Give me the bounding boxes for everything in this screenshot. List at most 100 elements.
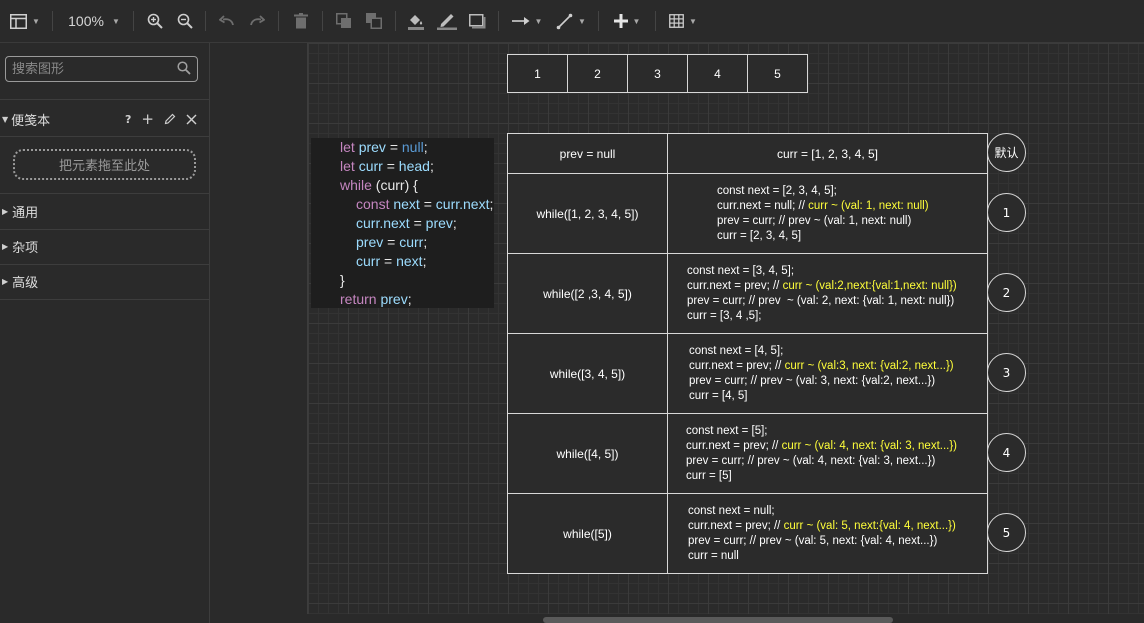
category-label: 杂项 (12, 240, 39, 256)
step-badge[interactable]: 2 (987, 273, 1026, 312)
shadow-button[interactable] (467, 10, 487, 32)
delete-icon (294, 13, 308, 29)
table-row-condition[interactable]: while([3, 4, 5]) (507, 333, 668, 414)
category-misc[interactable]: ▶ 杂项 (0, 229, 209, 263)
step-line: curr.next = null; // (717, 200, 809, 212)
fill-color-button[interactable] (406, 10, 426, 32)
chevron-down-icon: ▼ (534, 16, 543, 26)
delete-button[interactable] (291, 10, 311, 32)
step-lines: const next = null; curr.next = prev; // … (688, 504, 956, 564)
array-cell[interactable]: 4 (687, 54, 748, 93)
code-token: head (398, 158, 430, 174)
code-line: let curr = head; (340, 157, 434, 176)
undo-button[interactable] (217, 10, 237, 32)
shape-search (5, 56, 198, 82)
table-row-condition[interactable]: while([2 ,3, 4, 5]) (507, 253, 668, 334)
table-row-condition[interactable]: while([1, 2, 3, 4, 5]) (507, 173, 668, 254)
expand-triangle-icon: ▼ (2, 114, 9, 124)
step-line: curr.next = prev; // (686, 440, 782, 452)
category-label: 通用 (12, 205, 39, 221)
table-row-steps[interactable]: const next = [3, 4, 5]; curr.next = prev… (667, 253, 988, 334)
table-row-steps[interactable]: const next = null; curr.next = prev; // … (667, 493, 988, 574)
edit-pencil-icon[interactable] (164, 113, 176, 125)
undo-icon (219, 15, 234, 26)
code-token: curr.next (356, 215, 410, 231)
to-front-icon (336, 13, 351, 28)
step-badge-default[interactable]: 默认 (987, 133, 1026, 172)
step-line: prev = curr; // prev ~ (val: 3, next: {v… (689, 375, 936, 387)
toolbar-divider (322, 11, 323, 31)
scratchpad-header[interactable]: ▼ 便笺本 ? + (0, 107, 209, 131)
step-badge[interactable]: 5 (987, 513, 1026, 552)
step-line: curr = [4, 5] (689, 390, 748, 402)
toolbar-divider (498, 11, 499, 31)
redo-button[interactable] (247, 10, 267, 32)
array-cell[interactable]: 1 (507, 54, 568, 93)
help-button[interactable]: ? (125, 113, 131, 126)
step-line: curr = null (688, 550, 739, 562)
category-advanced[interactable]: ▶ 高级 (0, 264, 209, 298)
code-token: null (401, 139, 424, 155)
panel-layout-icon (10, 13, 28, 29)
table-row-steps[interactable]: const next = [2, 3, 4, 5]; curr.next = n… (667, 173, 988, 254)
array-cell[interactable]: 3 (627, 54, 688, 93)
step-badge[interactable]: 1 (987, 193, 1026, 232)
scratchpad-dropzone[interactable]: 把元素拖至此处 (13, 149, 196, 180)
search-input[interactable] (6, 60, 179, 78)
insert-plus-icon (613, 14, 628, 28)
step-lines: const next = [4, 5]; curr.next = prev; /… (689, 344, 954, 404)
step-line: const next = [5]; (686, 425, 768, 437)
zoom-dropdown[interactable]: 100% ▼ (64, 10, 124, 32)
waypoints-dropdown[interactable]: ▼ (554, 10, 588, 32)
table-header-curr[interactable]: curr = [1, 2, 3, 4, 5] (667, 133, 988, 174)
step-badge[interactable]: 4 (987, 433, 1026, 472)
step-badge[interactable]: 3 (987, 353, 1026, 392)
close-icon[interactable] (186, 114, 197, 125)
array-cell[interactable]: 2 (567, 54, 628, 93)
table-dropdown[interactable]: ▼ (666, 10, 700, 32)
search-icon[interactable] (177, 61, 191, 75)
fill-color-icon (408, 15, 424, 30)
table-row-condition[interactable]: while([4, 5]) (507, 413, 668, 494)
expand-triangle-icon: ▶ (2, 206, 9, 216)
code-block[interactable]: let prev = null; let curr = head; while … (311, 138, 494, 308)
code-token: let (340, 158, 355, 174)
panel-layout-button[interactable]: ▼ (8, 10, 42, 32)
horizontal-scrollbar[interactable] (543, 617, 893, 623)
code-token: next (393, 196, 420, 212)
connection-style-dropdown[interactable]: ▼ (510, 10, 544, 32)
step-line: curr = [2, 3, 4, 5] (717, 230, 802, 242)
code-token: ; (407, 291, 412, 307)
table-row-condition[interactable]: while([5]) (507, 493, 668, 574)
step-line: curr.next = prev; // (687, 280, 783, 292)
table-row-steps[interactable]: const next = [5]; curr.next = prev; // c… (667, 413, 988, 494)
line-color-button[interactable] (436, 10, 458, 32)
table-row-steps[interactable]: const next = [4, 5]; curr.next = prev; /… (667, 333, 988, 414)
connection-icon (511, 17, 530, 25)
code-token: prev (356, 234, 384, 250)
code-token: = (389, 139, 398, 155)
code-token: ; (429, 158, 434, 174)
toolbar-divider (52, 11, 53, 31)
to-front-button[interactable] (334, 10, 354, 32)
step-line-highlight: curr ~ (val: 5, next:{val: 4, next...}) (783, 520, 956, 532)
zoom-in-icon (147, 13, 163, 29)
add-button[interactable]: + (141, 110, 154, 128)
category-label: 高级 (12, 275, 39, 291)
code-token: ; (452, 215, 457, 231)
step-line: curr = [3, 4 ,5]; (687, 310, 762, 322)
array-cell[interactable]: 5 (747, 54, 808, 93)
insert-dropdown[interactable]: ▼ (610, 10, 644, 32)
waypoints-icon (556, 13, 573, 29)
zoom-out-button[interactable] (175, 10, 195, 32)
zoom-out-icon (177, 13, 193, 29)
table-header-prev[interactable]: prev = null (507, 133, 668, 174)
code-line: while (curr) { (340, 176, 418, 195)
to-back-button[interactable] (364, 10, 384, 32)
code-token: (curr) { (375, 177, 418, 193)
category-general[interactable]: ▶ 通用 (0, 194, 209, 228)
code-token: next (396, 253, 423, 269)
code-token: = (384, 253, 393, 269)
code-token: prev (380, 291, 408, 307)
zoom-in-button[interactable] (145, 10, 165, 32)
